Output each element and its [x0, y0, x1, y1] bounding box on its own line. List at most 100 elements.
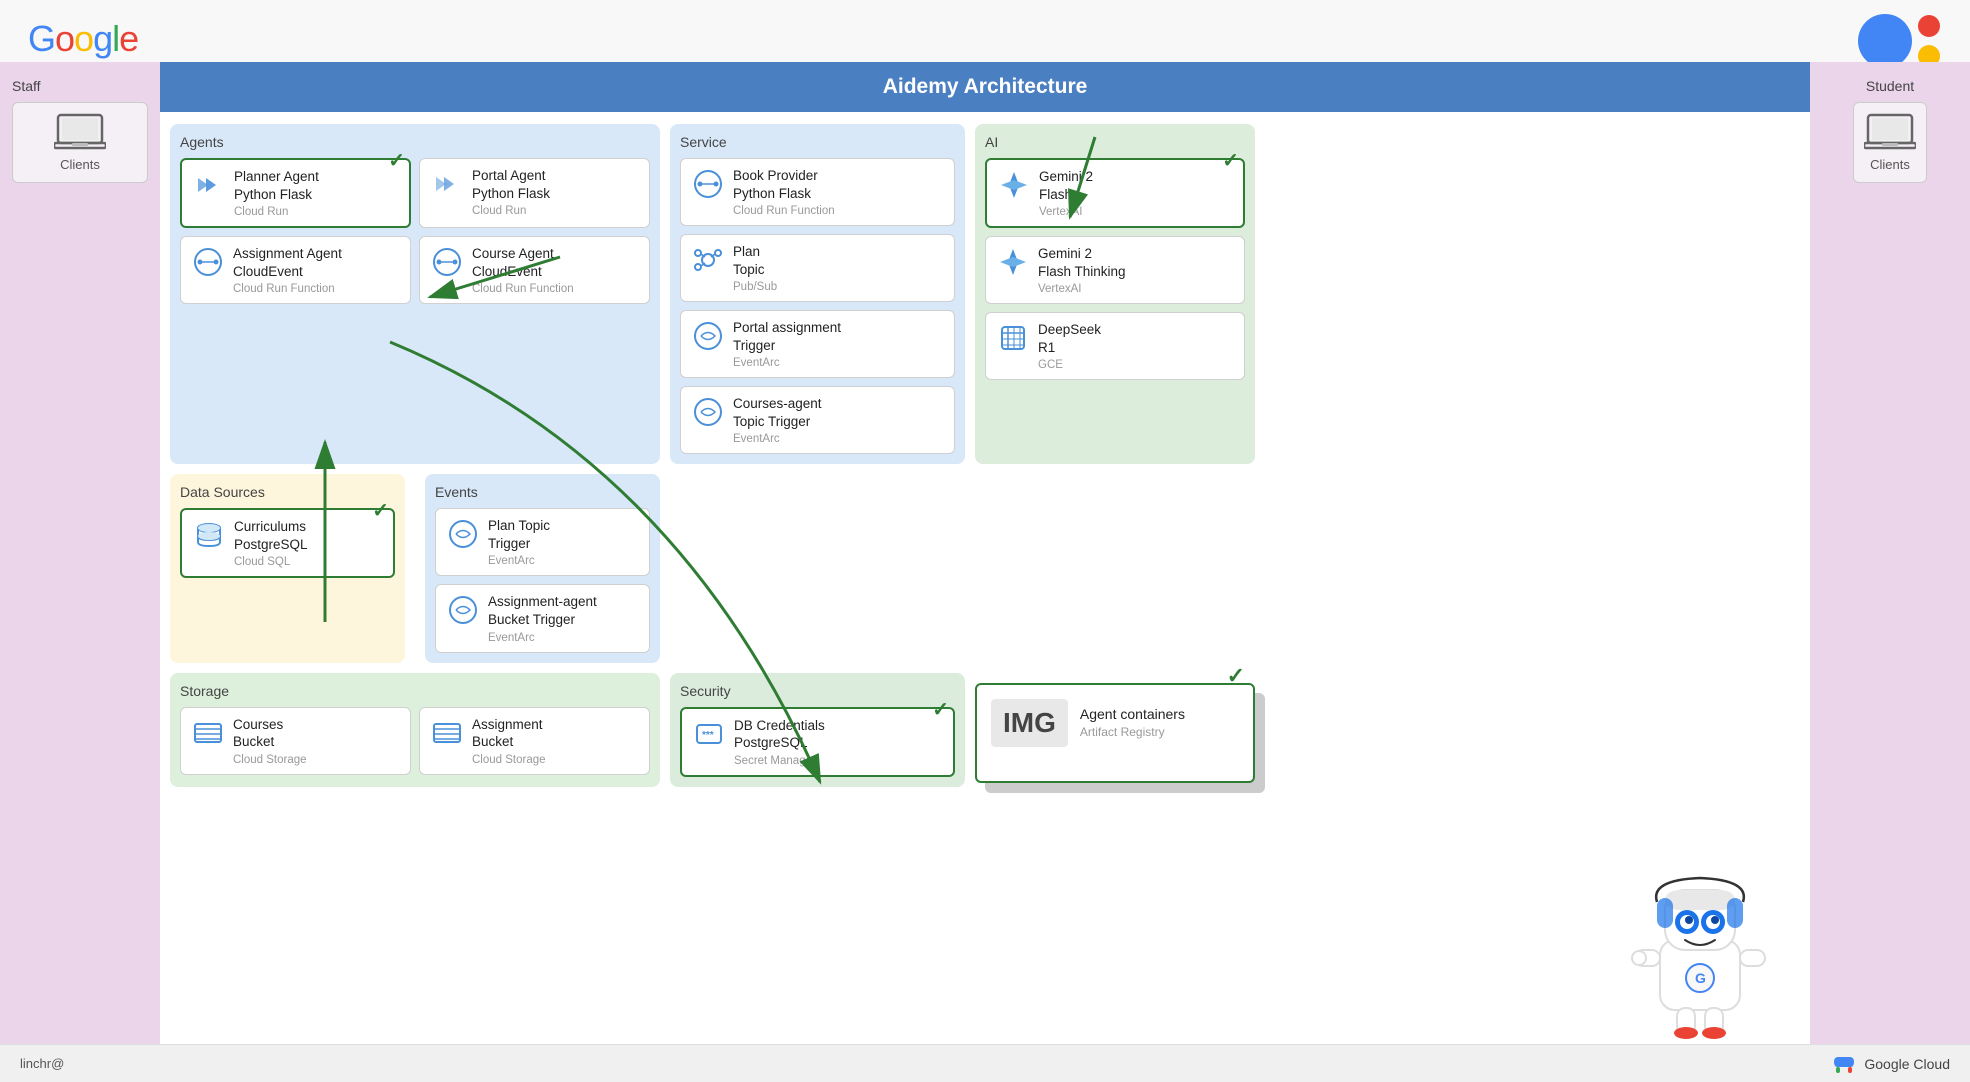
deepseek-body: DeepSeekR1 GCE: [1038, 321, 1101, 371]
assignment-bucket-trigger-sub: EventArc: [488, 632, 597, 644]
courses-trigger-body: Courses-agentTopic Trigger EventArc: [733, 395, 822, 445]
deepseek-icon: [996, 321, 1030, 355]
google-cloud-icon: [1830, 1053, 1858, 1075]
portal-trigger-icon: [691, 319, 725, 353]
google-logo-g2: g: [93, 18, 112, 59]
courses-trigger-sub: EventArc: [733, 433, 822, 445]
events-cards: Plan TopicTrigger EventArc: [435, 508, 650, 652]
course-agent-body: Course AgentCloudEvent Cloud Run Functio…: [472, 245, 574, 295]
portal-icon: [430, 167, 464, 201]
assignment-agent-sub: Cloud Run Function: [233, 283, 342, 295]
gemini-thinking-icon: [996, 245, 1030, 279]
assignment-bucket-trigger-card: Assignment-agentBucket Trigger EventArc: [435, 584, 650, 652]
bottom-bar: linchr@ Google Cloud: [0, 1044, 1970, 1082]
gemini-flash-check: ✓: [1222, 148, 1239, 173]
curriculums-check: ✓: [372, 498, 389, 523]
portal-sub: Cloud Run: [472, 205, 550, 217]
datasources-section: Data Sources ✓: [170, 474, 405, 662]
course-agent-icon: [430, 245, 464, 279]
ai-section: AI ✓ Gemini 2Fl: [975, 124, 1255, 464]
assignment-agent-icon: [191, 245, 225, 279]
portal-trigger-card: Portal assignmentTrigger EventArc: [680, 310, 955, 378]
db-credentials-icon: ***: [692, 717, 726, 751]
plan-topic-card: PlanTopic Pub/Sub: [680, 234, 955, 302]
book-provider-body: Book ProviderPython Flask Cloud Run Func…: [733, 167, 835, 217]
plan-topic-body: PlanTopic Pub/Sub: [733, 243, 777, 293]
title-text: Aidemy Architecture: [883, 75, 1088, 98]
book-provider-icon: [691, 167, 725, 201]
staff-title: Staff: [12, 78, 148, 94]
robot-character: G: [1625, 870, 1775, 1040]
storage-section: Storage: [170, 673, 660, 787]
google-logo-o2: o: [74, 18, 93, 59]
google-logo-e: e: [119, 18, 138, 59]
book-provider-card: Book ProviderPython Flask Cloud Run Func…: [680, 158, 955, 226]
book-provider-sub: Cloud Run Function: [733, 205, 835, 217]
courses-bucket-name: CoursesBucket: [233, 716, 307, 751]
datasources-label: Data Sources: [180, 484, 395, 500]
assignment-bucket-trigger-name: Assignment-agentBucket Trigger: [488, 593, 597, 628]
curriculums-name: CurriculumsPostgreSQL: [234, 518, 308, 553]
plan-topic-sub: Pub/Sub: [733, 281, 777, 293]
gemini-thinking-body: Gemini 2Flash Thinking VertexAI: [1038, 245, 1126, 295]
student-laptop-icon: [1864, 113, 1916, 151]
plan-topic-trigger-sub: EventArc: [488, 555, 550, 567]
plan-topic-trigger-name: Plan TopicTrigger: [488, 517, 550, 552]
portal-name: Portal AgentPython Flask: [472, 167, 550, 202]
agents-label: Agents: [180, 134, 650, 150]
robot-svg: G: [1625, 870, 1775, 1040]
top-row: Agents ✓ Planne: [170, 124, 1800, 464]
bottom-row: Storage: [170, 673, 1800, 787]
agents-cards-grid: ✓ Planner AgentPython Flask Cloud Run: [180, 158, 650, 304]
deepseek-card: DeepSeekR1 GCE: [985, 312, 1245, 380]
db-credentials-check: ✓: [932, 697, 949, 722]
planner-agent-card: ✓ Planner AgentPython Flask Cloud Run: [180, 158, 411, 228]
courses-bucket-icon: [191, 716, 225, 750]
google-logo: Google: [28, 18, 138, 60]
ai-cards: ✓ Gemini 2Flash VertexAI: [985, 158, 1245, 380]
gemini-thinking-card: Gemini 2Flash Thinking VertexAI: [985, 236, 1245, 304]
bottom-user: linchr@: [20, 1056, 64, 1071]
courses-trigger-name: Courses-agentTopic Trigger: [733, 395, 822, 430]
planner-check: ✓: [388, 148, 405, 173]
assignment-bucket-sub: Cloud Storage: [472, 754, 546, 766]
assistant-dot-red: [1918, 15, 1940, 37]
assignment-agent-body: Assignment AgentCloudEvent Cloud Run Fun…: [233, 245, 342, 295]
security-section: Security ✓ *** D: [670, 673, 965, 787]
assistant-icon: [1858, 14, 1940, 68]
artifact-3d-container: IMG Agent containers Artifact Registry: [975, 683, 1255, 783]
db-credentials-sub: Secret Manager: [734, 755, 825, 767]
storage-cards: CoursesBucket Cloud Storage: [180, 707, 650, 775]
datasources-cards: ✓ Curricul: [180, 508, 395, 578]
security-label: Security: [680, 683, 955, 699]
portal-trigger-sub: EventArc: [733, 357, 841, 369]
student-client-box: Clients: [1853, 102, 1927, 183]
staff-panel: Staff Clients: [0, 62, 160, 1044]
google-logo-o1: o: [55, 18, 74, 59]
assignment-bucket-trigger-icon: [446, 593, 480, 627]
curriculums-card: ✓ Curricul: [180, 508, 395, 578]
planner-icon: [192, 168, 226, 202]
curriculums-icon: [192, 518, 226, 552]
course-agent-card: Course AgentCloudEvent Cloud Run Functio…: [419, 236, 650, 304]
courses-bucket-card: CoursesBucket Cloud Storage: [180, 707, 411, 775]
assignment-bucket-card: AssignmentBucket Cloud Storage: [419, 707, 650, 775]
planner-body: Planner AgentPython Flask Cloud Run: [234, 168, 319, 218]
gemini-thinking-name: Gemini 2Flash Thinking: [1038, 245, 1126, 280]
plan-topic-trigger-icon: [446, 517, 480, 551]
assignment-agent-card: Assignment AgentCloudEvent Cloud Run Fun…: [180, 236, 411, 304]
svg-text:***: ***: [702, 730, 714, 741]
planner-sub: Cloud Run: [234, 206, 319, 218]
plan-topic-icon: [691, 243, 725, 277]
portal-agent-card: Portal AgentPython Flask Cloud Run: [419, 158, 650, 228]
gemini-flash-name: Gemini 2Flash: [1039, 168, 1093, 203]
staff-client-label: Clients: [60, 157, 100, 172]
db-credentials-name: DB CredentialsPostgreSQL: [734, 717, 825, 752]
student-panel: Student Clients: [1810, 62, 1970, 1044]
courses-bucket-body: CoursesBucket Cloud Storage: [233, 716, 307, 766]
course-agent-name: Course AgentCloudEvent: [472, 245, 574, 280]
middle-row: Data Sources ✓: [170, 474, 1800, 662]
gemini-flash-sub: VertexAI: [1039, 206, 1093, 218]
artifact-section-wrapper: ✓ IMG Agent containers Artifact Registry: [975, 673, 1255, 787]
course-agent-sub: Cloud Run Function: [472, 283, 574, 295]
